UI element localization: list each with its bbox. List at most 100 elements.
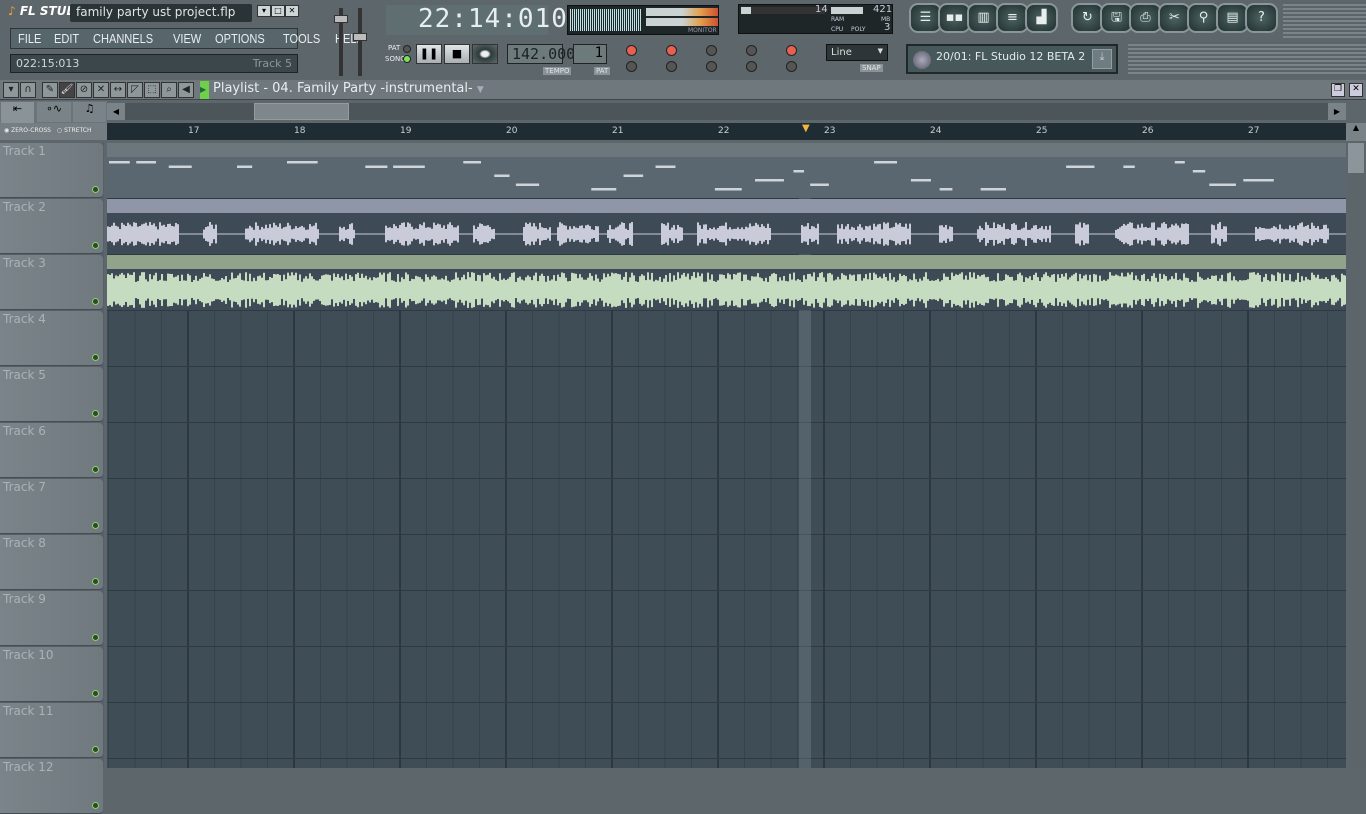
menu-channels[interactable]: CHANNELS bbox=[93, 31, 153, 46]
minimize-button[interactable]: ▾ bbox=[257, 5, 271, 17]
close-playlist-button[interactable]: ✕ bbox=[1349, 83, 1363, 97]
track-enable-led[interactable] bbox=[92, 690, 99, 697]
peak-meter-left bbox=[646, 8, 718, 16]
horizontal-scroll-thumb[interactable] bbox=[254, 103, 349, 120]
waveform-sample bbox=[531, 280, 533, 300]
zero-cross-radio[interactable]: ◉ ZERO-CROSS bbox=[4, 127, 51, 134]
countdown-toggle[interactable] bbox=[666, 45, 677, 56]
delete-tool-icon[interactable]: ⊘ bbox=[76, 82, 92, 98]
mixer-icon[interactable]: ▟ bbox=[1025, 3, 1058, 33]
typing-keyboard-toggle[interactable] bbox=[626, 45, 637, 56]
patterns-tab[interactable]: ♫ bbox=[73, 102, 106, 122]
waveform-sample bbox=[493, 228, 495, 240]
track-enable-led[interactable] bbox=[92, 578, 99, 585]
step-toggle[interactable] bbox=[706, 61, 717, 72]
waveform-sample bbox=[317, 229, 319, 239]
horizontal-scrollbar[interactable]: ◀ bbox=[107, 103, 1346, 120]
waveform-sample bbox=[657, 280, 659, 300]
song-position-clock[interactable]: 22:14:010 bbox=[386, 5, 567, 35]
track-enable-led[interactable] bbox=[92, 746, 99, 753]
waveform-sample bbox=[1339, 281, 1341, 299]
wait-toggle[interactable] bbox=[666, 61, 677, 72]
track-header[interactable]: Track 3 bbox=[0, 255, 103, 310]
scroll-right-arrow[interactable]: ▶ bbox=[1328, 103, 1346, 120]
track-header[interactable]: Track 5 bbox=[0, 367, 103, 422]
pattern-number[interactable]: 1 bbox=[573, 44, 607, 64]
track-header[interactable]: Track 12 bbox=[0, 759, 103, 814]
playlist-title[interactable]: Playlist - 04. Family Party -instrumenta… bbox=[213, 81, 484, 96]
track-header[interactable]: Track 2 bbox=[0, 199, 103, 254]
playlist-grid[interactable] bbox=[107, 143, 1346, 768]
detach-button[interactable]: ❐ bbox=[1331, 83, 1345, 97]
metronome-toggle[interactable] bbox=[626, 61, 637, 72]
draw-tool-icon[interactable]: ✎ bbox=[42, 82, 58, 98]
pat-mode-toggle[interactable] bbox=[403, 45, 411, 53]
track-enable-led[interactable] bbox=[92, 466, 99, 473]
magnet-icon[interactable]: ∩ bbox=[20, 82, 36, 98]
play-icon[interactable]: ▶ bbox=[200, 81, 209, 99]
track-header[interactable]: Track 4 bbox=[0, 311, 103, 366]
mute-tool-icon[interactable]: ✕ bbox=[93, 82, 109, 98]
download-icon[interactable]: ⤓ bbox=[1092, 49, 1112, 69]
stop-button[interactable]: ■ bbox=[444, 44, 470, 64]
menu-options[interactable]: OPTIONS bbox=[215, 31, 265, 46]
track-header[interactable]: Track 9 bbox=[0, 591, 103, 646]
select-tool-icon[interactable]: ⬚ bbox=[144, 82, 160, 98]
menu-tools[interactable]: TOOLS bbox=[283, 31, 320, 46]
waveform-sample bbox=[703, 224, 705, 244]
track-enable-led[interactable] bbox=[92, 634, 99, 641]
slip-tool-icon[interactable]: ↔ bbox=[110, 82, 126, 98]
step-edit-toggle[interactable] bbox=[706, 45, 717, 56]
volume-knob[interactable] bbox=[334, 15, 348, 23]
track-enable-led[interactable] bbox=[92, 186, 99, 193]
automation-tab[interactable]: ∘∿ bbox=[37, 102, 71, 122]
waveform-sample bbox=[1083, 275, 1085, 305]
track-header[interactable]: Track 1 bbox=[0, 143, 103, 198]
scroll-up-arrow[interactable]: ▲ bbox=[1346, 123, 1366, 141]
close-button[interactable]: ✕ bbox=[285, 5, 299, 17]
track-header[interactable]: Track 6 bbox=[0, 423, 103, 478]
menu-file[interactable]: FILE bbox=[18, 31, 41, 46]
help-icon[interactable]: ? bbox=[1245, 3, 1278, 33]
track-enable-led[interactable] bbox=[92, 410, 99, 417]
maximize-button[interactable]: □ bbox=[271, 5, 285, 17]
track-enable-led[interactable] bbox=[92, 354, 99, 361]
timeline-ruler[interactable]: ▼ 17 18 19 20 21 22 23 24 25 26 27 bbox=[107, 123, 1346, 140]
track-header[interactable]: Track 8 bbox=[0, 535, 103, 590]
pitch-knob[interactable] bbox=[353, 33, 367, 41]
stretch-radio[interactable]: ○ STRETCH bbox=[57, 127, 92, 134]
clips-tab[interactable]: ⇤ bbox=[1, 102, 34, 123]
vertical-scroll-thumb[interactable] bbox=[1348, 143, 1364, 173]
vertical-scrollbar[interactable]: ▲ bbox=[1346, 123, 1366, 768]
track-header[interactable]: Track 10 bbox=[0, 647, 103, 702]
menu-view[interactable]: VIEW bbox=[173, 31, 201, 46]
scroll-left-arrow[interactable]: ◀ bbox=[107, 103, 125, 120]
track-header[interactable]: Track 11 bbox=[0, 703, 103, 758]
track-header[interactable]: Track 7 bbox=[0, 479, 103, 534]
multilink-toggle[interactable] bbox=[786, 61, 797, 72]
slice-tool-icon[interactable]: ◸ bbox=[127, 82, 143, 98]
zoom-tool-icon[interactable]: ⌕ bbox=[161, 82, 177, 98]
menu-edit[interactable]: EDIT bbox=[54, 31, 79, 46]
blend-toggle[interactable] bbox=[786, 45, 797, 56]
pause-button[interactable]: ❚❚ bbox=[416, 44, 442, 64]
master-pitch-slider[interactable] bbox=[358, 8, 362, 76]
track-enable-led[interactable] bbox=[92, 242, 99, 249]
snap-select[interactable]: Line ▼ bbox=[826, 44, 888, 61]
news-panel[interactable]: 20/01: FL Studio 12 BETA 2 ⤓ bbox=[906, 44, 1118, 74]
playhead-marker-icon[interactable]: ▼ bbox=[802, 123, 810, 134]
scroll-toggle[interactable] bbox=[746, 61, 757, 72]
record-button[interactable] bbox=[472, 44, 498, 64]
song-mode-toggle[interactable] bbox=[403, 55, 411, 63]
track-enable-led[interactable] bbox=[92, 522, 99, 529]
tempo-display[interactable]: 142.000 bbox=[507, 44, 575, 64]
track-enable-led[interactable] bbox=[92, 802, 99, 809]
track-enable-led[interactable] bbox=[92, 298, 99, 305]
playback-tool-icon[interactable]: ◀ bbox=[178, 82, 194, 98]
paint-tool-icon[interactable]: 🖌 bbox=[59, 82, 75, 98]
loop-record-toggle[interactable] bbox=[746, 45, 757, 56]
waveform-sample bbox=[305, 276, 307, 304]
waveform-sample bbox=[563, 273, 565, 307]
waveform-sample bbox=[423, 281, 425, 299]
playlist-menu-icon[interactable]: ▾ bbox=[3, 82, 19, 98]
